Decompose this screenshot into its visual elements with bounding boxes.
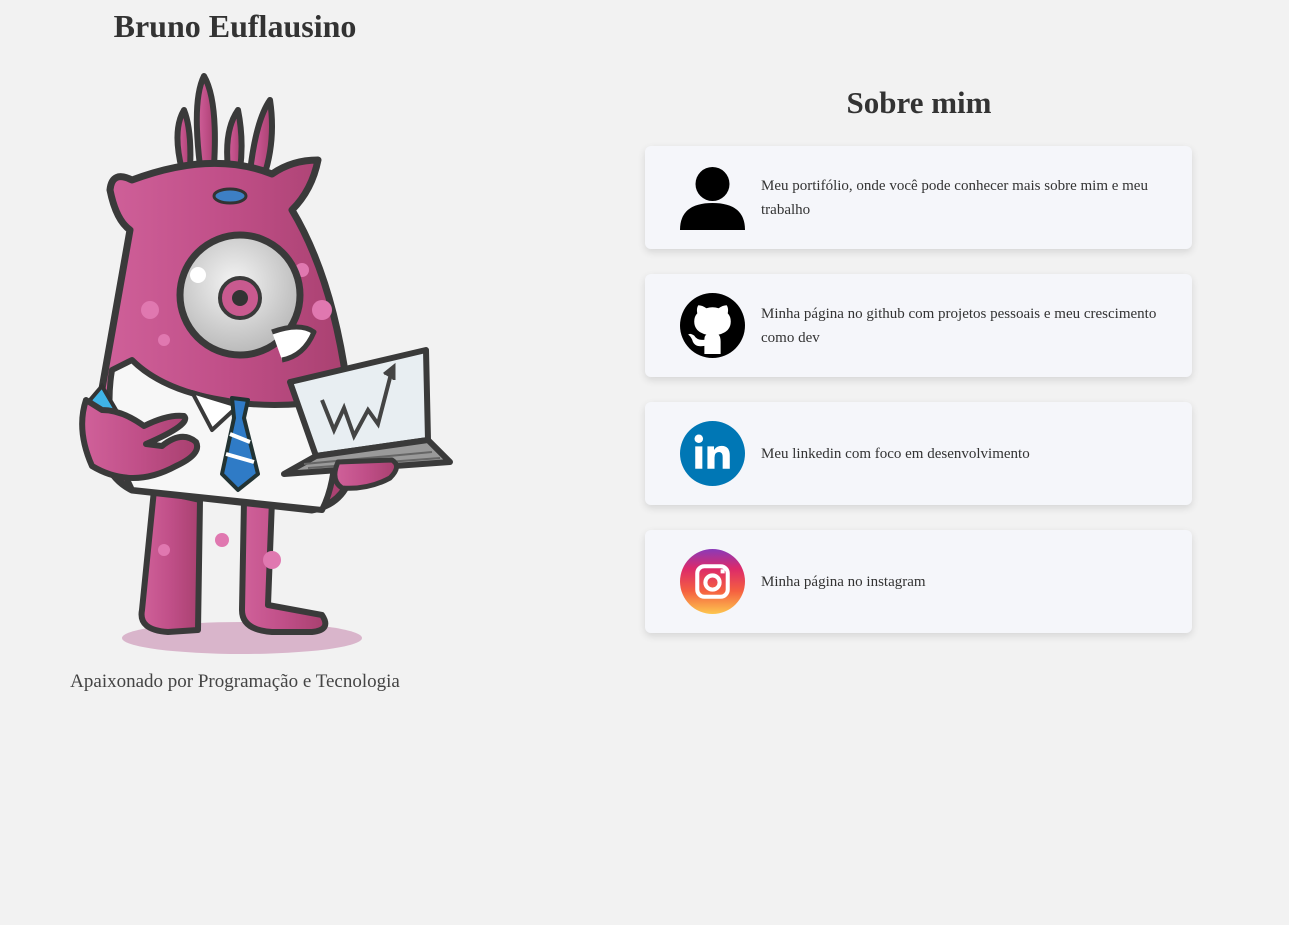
link-card-portfolio[interactable]: Meu portifólio, onde você pode conhecer … [645,146,1192,249]
github-icon [680,293,745,358]
link-card-instagram[interactable]: Minha página no instagram [645,530,1192,633]
link-card-portfolio-text: Meu portifólio, onde você pode conhecer … [761,177,1148,218]
link-card-linkedin[interactable]: Meu linkedin com foco em desenvolvimento [645,402,1192,505]
linkedin-icon [680,421,745,486]
link-card-github[interactable]: Minha página no github com projetos pess… [645,274,1192,377]
link-card-instagram-text: Minha página no instagram [761,573,926,590]
link-card-linkedin-text: Meu linkedin com foco em desenvolvimento [761,445,1030,462]
page: Bruno Euflausino Apaixonado por Programa… [0,0,1289,925]
about-title: Sobre mim [846,85,992,120]
user-icon [680,167,745,230]
monster-mascot-laptop-icon [79,73,453,654]
profile-name: Bruno Euflausino [113,8,357,44]
instagram-icon [680,549,745,614]
link-card-github-text: Minha página no github com projetos pess… [761,305,1157,346]
profile-tagline: Apaixonado por Programação e Tecnologia [70,671,400,692]
